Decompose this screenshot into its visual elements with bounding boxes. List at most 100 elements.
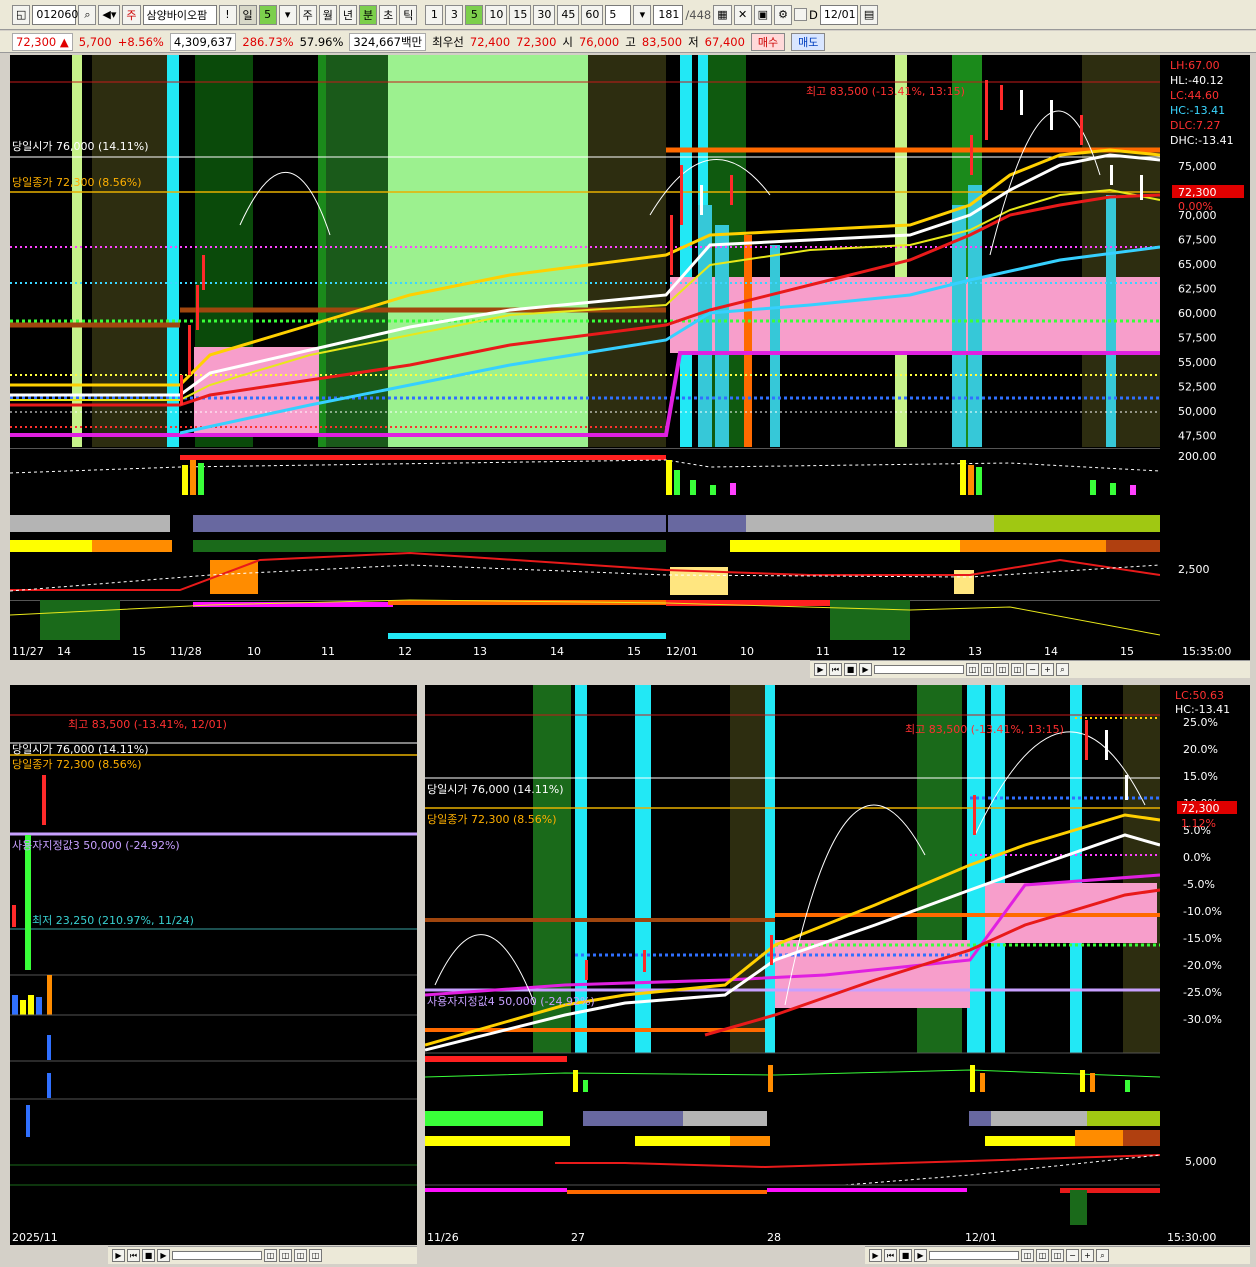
draw-tool-icon[interactable]: ◫ — [966, 663, 979, 676]
orange-bar — [744, 235, 752, 447]
low-label: 저 — [688, 34, 699, 49]
crosshair-icon[interactable]: ✕ — [733, 4, 752, 25]
price-tick: 67,500 — [1178, 234, 1217, 247]
draw-tool-icon[interactable]: ◫ — [981, 663, 994, 676]
interval-30[interactable]: 30 — [533, 4, 556, 25]
volume-ratio: 286.73% — [242, 34, 294, 49]
histo-bar — [830, 600, 910, 640]
interval-input[interactable]: 5 — [605, 4, 632, 25]
draw-tool-icon[interactable]: ◫ — [294, 1249, 307, 1262]
scroll-right-icon[interactable]: ▶ — [157, 1249, 170, 1262]
scroll-start-icon[interactable]: ⏮ — [884, 1249, 897, 1262]
osc-bar — [47, 1035, 51, 1060]
interval-15[interactable]: 15 — [509, 4, 532, 25]
count-selector[interactable]: 5 — [258, 4, 277, 25]
interval-45[interactable]: 45 — [557, 4, 580, 25]
volume-bars — [182, 460, 1136, 495]
right-chart-svg[interactable]: 최고 83,500 (-13.41%, 13:15) 당일시가 76,000 (… — [425, 685, 1250, 1245]
main-scrollbar[interactable]: ▶ ⏮ ■ ▶ ◫ ◫ ◫ ◫ − + ⌕ — [810, 660, 1250, 678]
interval-1[interactable]: 1 — [425, 4, 444, 25]
pct-tick: 0.0% — [1183, 851, 1211, 864]
interval-10[interactable]: 10 — [485, 4, 508, 25]
scroll-right-icon[interactable]: ▶ — [914, 1249, 927, 1262]
osc-bar — [47, 1073, 51, 1098]
magnifier-icon[interactable]: ⌕ — [1056, 663, 1069, 676]
scroll-slider[interactable] — [874, 665, 964, 674]
sell-button[interactable]: 매도 — [791, 32, 826, 51]
date-checkbox[interactable] — [794, 8, 808, 21]
draw-tool-icon[interactable]: ◫ — [1051, 1249, 1064, 1262]
dropdown-icon[interactable]: ▾ — [278, 4, 297, 25]
time-label: 28 — [767, 1231, 781, 1244]
scroll-start-icon[interactable]: ⏮ — [127, 1249, 140, 1262]
period-second[interactable]: 초 — [379, 4, 398, 25]
magnifier-icon[interactable]: ⌕ — [1096, 1249, 1109, 1262]
right-scrollbar[interactable]: ▶ ⏮ ■ ▶ ◫ ◫ ◫ − + ⌕ — [865, 1246, 1250, 1264]
period-year[interactable]: 년 — [338, 4, 358, 25]
period-week[interactable]: 주 — [298, 4, 317, 25]
draw-tool-icon[interactable]: ◫ — [996, 663, 1009, 676]
left-scrollbar[interactable]: ▶ ⏮ ■ ▶ ◫ ◫ ◫ ◫ — [108, 1246, 417, 1264]
draw-tool-icon[interactable]: ◫ — [264, 1249, 277, 1262]
interval-60[interactable]: 60 — [581, 4, 604, 25]
draw-tool-icon[interactable]: ◫ — [1021, 1249, 1034, 1262]
scroll-right-icon[interactable]: ▶ — [859, 663, 872, 676]
trend-row — [985, 1136, 1075, 1146]
open-price: 76,000 — [578, 34, 620, 49]
day-open-label: 당일시가 76,000 (14.11%) — [12, 742, 149, 756]
pct-tick: 20.0% — [1183, 743, 1218, 756]
mode-day-button[interactable]: 일 — [238, 4, 257, 25]
draw-tool-icon[interactable]: ◫ — [309, 1249, 322, 1262]
right-chart-panel[interactable]: 최고 83,500 (-13.41%, 13:15) 당일시가 76,000 (… — [425, 685, 1250, 1245]
left-chart-svg[interactable]: 최고 83,500 (-13.41%, 12/01) 당일시가 76,000 (… — [10, 685, 417, 1245]
price-tick: 57,500 — [1178, 332, 1217, 345]
speaker-icon[interactable]: ◀▾ — [98, 4, 121, 25]
interval-5[interactable]: 5 — [465, 4, 484, 25]
draw-tool-icon[interactable]: ◫ — [279, 1249, 292, 1262]
session-band — [318, 55, 326, 447]
trend-row — [730, 540, 960, 552]
left-chart-panel[interactable]: 최고 83,500 (-13.41%, 12/01) 당일시가 76,000 (… — [10, 685, 417, 1245]
stock-code-input[interactable]: 012060 — [32, 4, 78, 25]
grid-icon[interactable]: ▦ — [713, 4, 732, 25]
stop-icon[interactable]: ■ — [844, 663, 857, 676]
scroll-slider[interactable] — [929, 1251, 1019, 1260]
scroll-left-icon[interactable]: ▶ — [869, 1249, 882, 1262]
draw-tool-icon[interactable]: ◫ — [1011, 663, 1024, 676]
scroll-slider[interactable] — [172, 1251, 262, 1260]
zoom-out-icon[interactable]: − — [1066, 1249, 1079, 1262]
stock-name-field[interactable]: 삼양바이오팜 — [142, 4, 217, 25]
day-close-label: 당일종가 72,300 (8.56%) — [12, 757, 142, 771]
stock-flag-icon[interactable]: 주 — [122, 4, 141, 25]
zoom-in-icon[interactable]: + — [1081, 1249, 1094, 1262]
zoom-in-icon[interactable]: + — [1041, 663, 1054, 676]
stop-icon[interactable]: ■ — [899, 1249, 912, 1262]
zoom-out-icon[interactable]: − — [1026, 663, 1039, 676]
date-input[interactable]: 12/01 — [819, 4, 858, 25]
scroll-left-icon[interactable]: ▶ — [814, 663, 827, 676]
search-icon[interactable]: ⌕ — [78, 4, 97, 25]
main-chart-svg[interactable]: 당일시가 76,000 (14.11%) 당일종가 72,300 (8.56%)… — [10, 55, 1250, 660]
period-month[interactable]: 월 — [318, 4, 337, 25]
bar-count-input[interactable]: 181 — [653, 4, 684, 25]
time-label: 11 — [816, 645, 830, 658]
dropdown-icon[interactable]: ▾ — [633, 4, 652, 25]
scroll-start-icon[interactable]: ⏮ — [829, 663, 842, 676]
period-tick[interactable]: 틱 — [399, 4, 418, 25]
window-menu-icon[interactable]: ◱ — [12, 4, 31, 25]
stop-icon[interactable]: ■ — [142, 1249, 155, 1262]
interval-3[interactable]: 3 — [445, 4, 464, 25]
time-label: 15 — [132, 645, 146, 658]
gear-icon[interactable]: ⚙ — [774, 4, 793, 25]
calendar-icon[interactable]: ▤ — [859, 4, 879, 25]
alert-button[interactable]: ! — [218, 4, 237, 25]
time-label: 12 — [892, 645, 906, 658]
period-minute[interactable]: 분 — [359, 4, 378, 25]
buy-button[interactable]: 매수 — [750, 32, 786, 51]
high-label: 최고 83,500 (-13.41%, 13:15) — [806, 85, 965, 98]
save-icon[interactable]: ▣ — [753, 4, 773, 25]
draw-tool-icon[interactable]: ◫ — [1036, 1249, 1049, 1262]
main-chart-panel[interactable]: 당일시가 76,000 (14.11%) 당일종가 72,300 (8.56%)… — [10, 55, 1250, 660]
scroll-left-icon[interactable]: ▶ — [112, 1249, 125, 1262]
high-price: 83,500 — [641, 34, 683, 49]
